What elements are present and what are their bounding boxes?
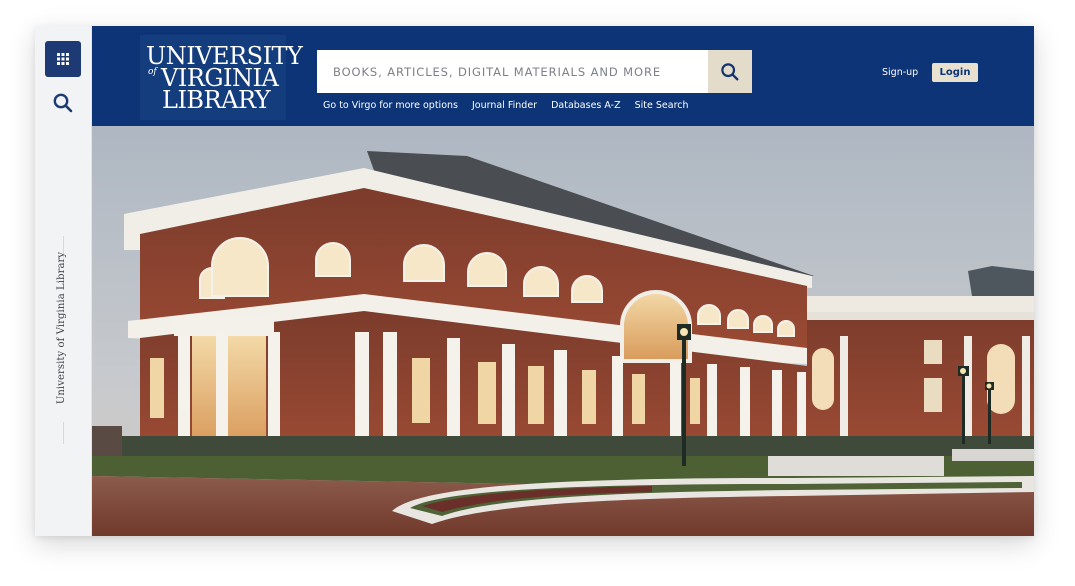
browser-frame: University of Virginia Library UNIVERSIT… bbox=[35, 26, 1034, 536]
search-bar bbox=[317, 50, 752, 93]
hero-image bbox=[92, 126, 1034, 536]
site-header: UNIVERSITY of VIRGINIA LIBRARY Go to Vir… bbox=[92, 26, 1034, 126]
signup-link[interactable]: Sign-up bbox=[882, 67, 918, 78]
rail-vertical-label: University of Virginia Library bbox=[56, 251, 67, 405]
link-journal-finder[interactable]: Journal Finder bbox=[472, 100, 537, 111]
rail-divider-bottom bbox=[63, 422, 64, 444]
library-building-photo bbox=[92, 126, 1034, 536]
search-submit-button[interactable] bbox=[708, 50, 752, 93]
link-site-search[interactable]: Site Search bbox=[635, 100, 689, 111]
left-rail: University of Virginia Library bbox=[35, 26, 92, 536]
search-icon bbox=[53, 93, 73, 113]
uva-library-logo[interactable]: UNIVERSITY of VIRGINIA LIBRARY bbox=[140, 35, 303, 120]
logo-line-library: LIBRARY bbox=[162, 86, 271, 114]
apps-grid-icon bbox=[57, 53, 69, 65]
login-button[interactable]: Login bbox=[932, 63, 978, 82]
quick-links: Go to Virgo for more options Journal Fin… bbox=[323, 100, 689, 111]
logo-of: of bbox=[148, 67, 157, 77]
rail-search-button[interactable] bbox=[52, 92, 74, 114]
apps-menu-button[interactable] bbox=[45, 41, 81, 77]
link-virgo-options[interactable]: Go to Virgo for more options bbox=[323, 100, 458, 111]
search-icon bbox=[721, 62, 739, 80]
search-input[interactable] bbox=[317, 50, 708, 93]
link-databases-az[interactable]: Databases A-Z bbox=[551, 100, 621, 111]
